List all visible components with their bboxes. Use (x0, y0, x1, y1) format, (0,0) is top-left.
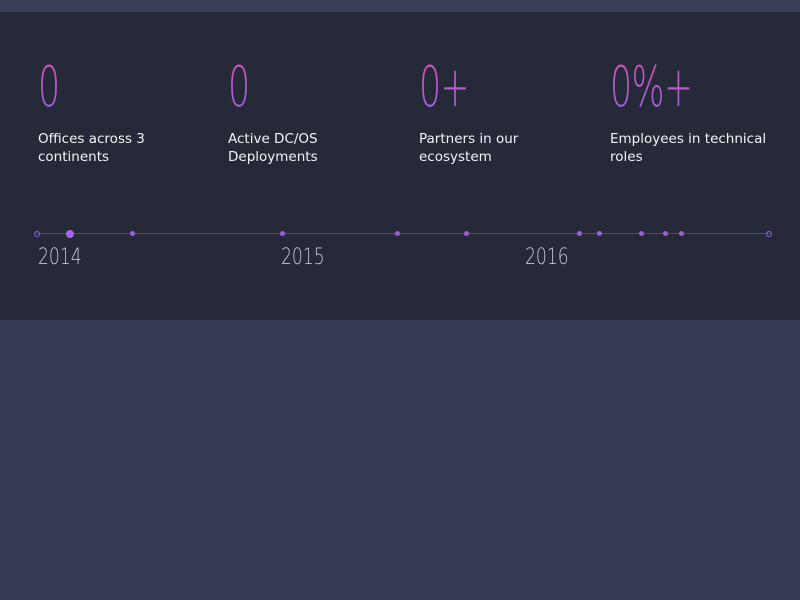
stat-label: Active DC/OS Deployments (228, 130, 338, 166)
timeline-year-2014: 2014 (38, 244, 82, 272)
stat-offices: 0 Offices across 3 continents (38, 56, 213, 166)
stat-value: 0 (38, 56, 147, 120)
timeline-line (36, 233, 770, 234)
timeline-marker[interactable] (130, 231, 135, 236)
timeline-end-marker[interactable] (766, 231, 772, 237)
timeline-marker[interactable] (464, 231, 469, 236)
timeline-year-2015: 2015 (281, 244, 325, 272)
timeline-marker-active[interactable] (66, 230, 74, 238)
stat-value: 0+ (419, 56, 528, 120)
stat-value: 0%+ (610, 56, 719, 120)
stat-deployments: 0 Active DC/OS Deployments (228, 56, 403, 166)
top-strip (0, 0, 800, 12)
timeline-marker[interactable] (663, 231, 668, 236)
stat-value: 0 (228, 56, 337, 120)
stat-label: Offices across 3 continents (38, 130, 158, 166)
timeline-marker[interactable] (597, 231, 602, 236)
timeline-marker[interactable] (395, 231, 400, 236)
stat-employees: 0%+ Employees in technical roles (610, 56, 785, 166)
timeline-start-marker[interactable] (34, 231, 40, 237)
timeline-marker[interactable] (679, 231, 684, 236)
timeline-marker[interactable] (577, 231, 582, 236)
stat-partners: 0+ Partners in our ecosystem (419, 56, 594, 166)
timeline-marker[interactable] (280, 231, 285, 236)
stats-panel: 0 Offices across 3 continents 0 Active D… (0, 12, 800, 320)
stat-label: Partners in our ecosystem (419, 130, 544, 166)
timeline-marker[interactable] (639, 231, 644, 236)
stat-label: Employees in technical roles (610, 130, 780, 166)
timeline-year-2016: 2016 (525, 244, 569, 272)
